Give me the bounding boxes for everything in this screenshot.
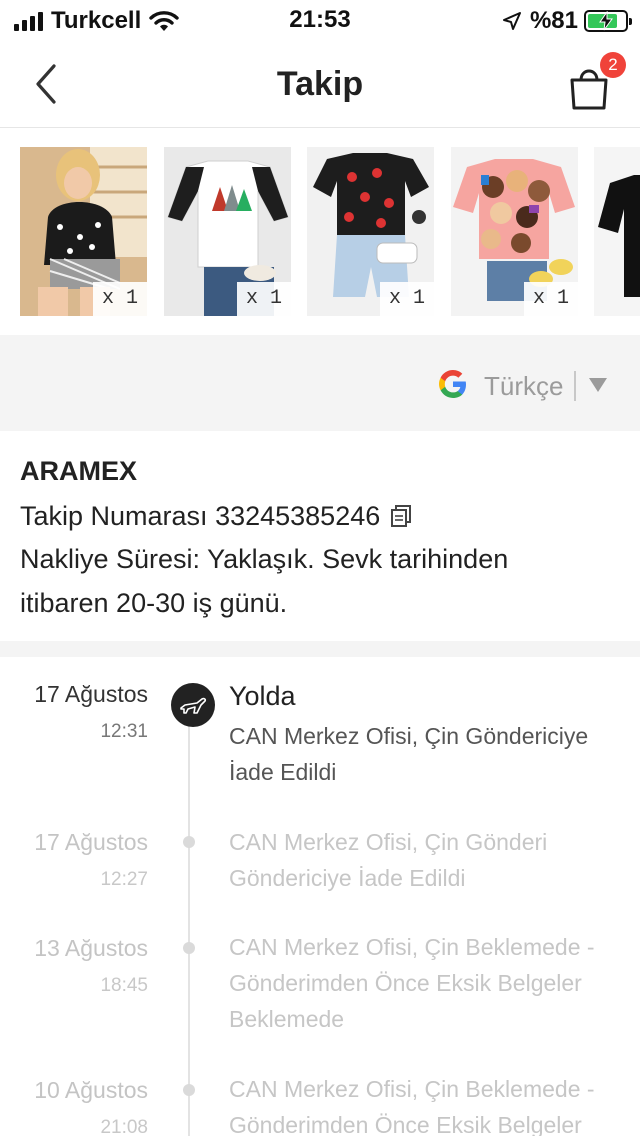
- product-thumbnail[interactable]: x 1: [451, 147, 578, 316]
- event-time: 12:31: [100, 721, 148, 742]
- event-description: CAN Merkez Ofisi, Çin Beklemede - Gönder…: [229, 934, 595, 1032]
- timeline-dot: [183, 1084, 195, 1096]
- google-icon: [439, 370, 466, 398]
- event-date: 10 Ağustos: [34, 1077, 148, 1103]
- tracking-timeline: 17 Ağustos 12:31 Yolda CAN Merkez Ofisi,…: [0, 657, 640, 1136]
- event-date: 13 Ağustos: [34, 935, 148, 961]
- event-description: CAN Merkez Ofisi, Çin Gönderi Göndericiy…: [229, 829, 548, 891]
- event-description: CAN Merkez Ofisi, Çin Beklemede - Gönder…: [229, 1076, 595, 1136]
- product-thumbnail[interactable]: [594, 147, 640, 316]
- airplane-icon: [180, 697, 207, 714]
- product-image: [594, 147, 640, 316]
- quantity-label: x 1: [380, 282, 434, 316]
- timeline-dot: [183, 942, 195, 954]
- quantity-label: x 1: [237, 282, 291, 316]
- page-title: Takip: [276, 65, 364, 103]
- event-description: CAN Merkez Ofisi, Çin Göndericiye İade E…: [229, 723, 589, 785]
- battery-percentage: %81: [529, 7, 578, 34]
- event-date: 17 Ağustos: [34, 681, 148, 707]
- quantity-label: x 1: [524, 282, 578, 316]
- tracking-number-row: Takip Numarası 33245385246: [20, 495, 620, 537]
- quantity-label: x 1: [93, 282, 147, 316]
- timeline-line: [188, 697, 190, 1136]
- section-divider: [0, 641, 640, 657]
- tracking-number: Takip Numarası 33245385246: [20, 501, 381, 531]
- divider: [574, 371, 576, 401]
- battery-icon: [584, 10, 632, 32]
- cart-button[interactable]: 2: [568, 52, 626, 110]
- copy-icon[interactable]: [390, 504, 412, 528]
- product-thumbnail[interactable]: x 1: [164, 147, 291, 316]
- shipping-carrier: ARAMEX: [20, 456, 138, 486]
- shipment-info: ARAMEX Takip Numarası 33245385246 Nakliy…: [0, 431, 640, 641]
- cart-count-badge: 2: [600, 52, 626, 78]
- translate-bar: Türkçe: [0, 335, 640, 431]
- event-status: Yolda: [229, 681, 296, 711]
- product-thumbnail[interactable]: x 1: [20, 147, 147, 316]
- shipping-time: Nakliye Süresi: Yaklaşık. Sevk tarihinde…: [20, 544, 509, 618]
- language-label[interactable]: Türkçe: [484, 371, 563, 402]
- status-right: %81: [502, 7, 632, 35]
- product-thumbnail[interactable]: x 1: [307, 147, 434, 316]
- timeline-dot: [183, 836, 195, 848]
- navigation-bar: Takip 2: [0, 40, 640, 128]
- event-time: 12:27: [100, 869, 148, 890]
- charging-bolt-icon: [599, 11, 613, 31]
- event-date: 17 Ağustos: [34, 829, 148, 855]
- caret-down-icon[interactable]: [588, 377, 608, 393]
- status-badge: [171, 683, 215, 727]
- status-bar: Turkcell 21:53 %81: [0, 0, 640, 40]
- event-time: 21:08: [100, 1117, 148, 1136]
- event-time: 18:45: [100, 975, 148, 996]
- location-arrow-icon: [502, 12, 521, 30]
- product-thumbnails[interactable]: x 1 x 1 x 1 x 1: [20, 147, 640, 317]
